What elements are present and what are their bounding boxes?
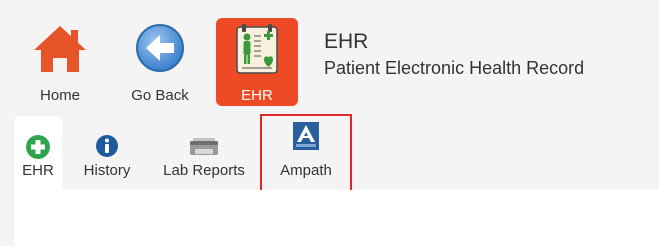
tab-history[interactable]: History (76, 116, 138, 186)
home-button[interactable]: Home (28, 18, 92, 106)
patient-record-icon (236, 24, 278, 74)
tab-label: Ampath (280, 162, 332, 179)
printer-icon (190, 138, 218, 155)
ehr-button[interactable]: EHR (216, 18, 298, 106)
home-icon (34, 26, 86, 72)
page-subtitle: Patient Electronic Health Record (324, 58, 585, 78)
home-label: Home (39, 87, 80, 104)
tab-label: Lab Reports (163, 162, 245, 179)
ampath-logo-icon (293, 122, 319, 150)
go-back-label: Go Back (131, 87, 189, 104)
tab-lab-reports[interactable]: Lab Reports (152, 116, 256, 186)
tab-ehr[interactable]: EHR (14, 116, 62, 190)
tab-label: History (83, 162, 131, 179)
plus-circle-icon (26, 135, 50, 159)
header-title-block: EHR Patient Electronic Health Record (324, 30, 584, 80)
go-back-button[interactable]: Go Back (124, 18, 196, 106)
content-panel (14, 190, 659, 246)
page-title: EHR (324, 30, 369, 53)
back-arrow-icon (136, 24, 184, 72)
info-circle-icon (96, 135, 118, 157)
tab-label: EHR (22, 162, 54, 179)
tab-ampath[interactable]: Ampath (260, 114, 352, 194)
ehr-button-label: EHR (241, 87, 273, 104)
